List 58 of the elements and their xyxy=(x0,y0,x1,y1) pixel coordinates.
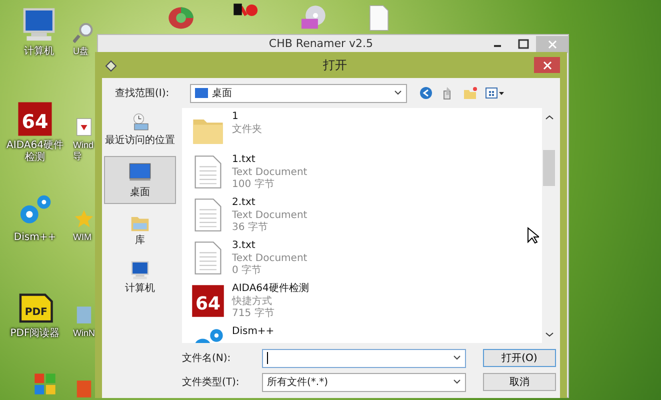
scroll-down-icon[interactable] xyxy=(545,332,554,338)
icon-label: Wind 导 xyxy=(73,140,94,162)
caret-icon xyxy=(394,90,402,96)
file-size: 715 字节 xyxy=(232,308,276,320)
back-icon[interactable] xyxy=(419,86,433,100)
view-menu-icon[interactable] xyxy=(485,86,505,100)
cancel-button[interactable]: 取消 xyxy=(483,373,556,391)
aida-icon[interactable]: 64 xyxy=(16,100,54,138)
file-type: 快捷方式 xyxy=(232,296,273,308)
file-name: 1 xyxy=(232,111,240,124)
file-name: Dism++ xyxy=(232,326,274,338)
file-name: 2.txt xyxy=(232,197,256,210)
app-icon xyxy=(104,58,118,72)
scroll-thumb[interactable] xyxy=(543,150,555,186)
caret-icon xyxy=(453,355,461,361)
sidebar-item[interactable]: 计算机 xyxy=(104,256,176,300)
file-name-field[interactable] xyxy=(262,348,466,368)
icon-label: AIDA64硬件检测 xyxy=(6,140,64,164)
close-icon xyxy=(542,60,552,70)
desktop-icon xyxy=(195,88,208,98)
file-type: Text Document xyxy=(232,252,308,264)
field-label: 文件类型(T): xyxy=(182,376,240,390)
file-name: 1.txt xyxy=(232,154,256,166)
new-folder-icon[interactable] xyxy=(463,86,477,100)
file-name: 3.txt xyxy=(232,240,256,252)
aida-icon[interactable]: 64 xyxy=(190,283,226,319)
file-type: Text Document xyxy=(232,166,308,178)
star-icon[interactable] xyxy=(73,208,95,230)
sidebar-item[interactable]: 最近访问的位置 xyxy=(104,108,176,152)
icon-label: WIM xyxy=(73,232,92,243)
open-button[interactable]: 打开(O) xyxy=(483,349,556,367)
icon-label: PDF阅读器 xyxy=(10,328,60,340)
sidebar-item[interactable]: 桌面 xyxy=(104,156,176,204)
close-icon[interactable] xyxy=(546,38,558,50)
maximize-icon[interactable] xyxy=(516,38,530,50)
file-type-dropdown[interactable]: 所有文件(*.*) xyxy=(262,372,466,392)
text-cursor xyxy=(267,352,268,364)
file-size: 0 字节 xyxy=(232,265,263,278)
sidebar-item[interactable]: 库 xyxy=(104,208,176,252)
window-title: 打开 xyxy=(322,57,348,74)
file-type: Text Document xyxy=(232,210,308,222)
magnifier-icon[interactable] xyxy=(73,22,95,44)
close-button[interactable] xyxy=(534,57,560,73)
icon-label: U盘 xyxy=(73,46,88,57)
file-size: 100 字节 xyxy=(232,179,276,192)
file-type: 文件夹 xyxy=(232,124,262,136)
field-label: 文件名(N): xyxy=(182,352,232,366)
icon-label: Dism++ xyxy=(14,232,56,244)
field-label: 查找范围(I): xyxy=(114,86,170,100)
file-size: 36 字节 xyxy=(232,222,269,234)
mouse-cursor-icon xyxy=(527,227,539,244)
caret-icon xyxy=(453,379,461,385)
icon-label: 计算机 xyxy=(24,46,54,58)
file-name: AIDA64硬件检测 xyxy=(232,283,309,296)
window-title: CHB Renamer v2.5 xyxy=(268,36,374,52)
look-in-dropdown[interactable]: 桌面 xyxy=(190,84,407,102)
icon-label: WinN xyxy=(73,328,95,339)
scroll-up-icon[interactable] xyxy=(545,114,554,120)
